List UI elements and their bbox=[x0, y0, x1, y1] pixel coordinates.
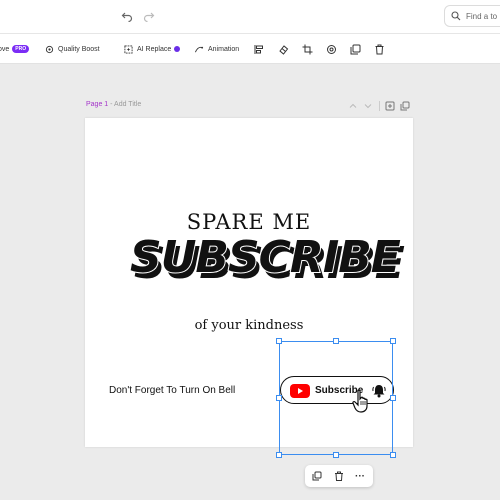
copy-icon bbox=[312, 471, 322, 481]
duplicate-page-icon bbox=[400, 101, 410, 111]
context-more-button[interactable]: ··· bbox=[353, 469, 367, 483]
new-dot-badge bbox=[174, 46, 181, 52]
page-title-label[interactable]: Page 1 - Add Title bbox=[86, 101, 141, 108]
animation-button[interactable]: Animation bbox=[194, 42, 239, 56]
trash-icon bbox=[375, 44, 383, 54]
align-icon bbox=[254, 44, 263, 54]
undo-button[interactable] bbox=[118, 7, 136, 25]
more-options-icon: ··· bbox=[355, 470, 365, 482]
chevron-up-icon bbox=[349, 103, 357, 108]
remove-background-button[interactable]: ove PRO bbox=[0, 42, 30, 56]
remove-background-label: ove bbox=[0, 45, 10, 53]
search-placeholder: Find a to bbox=[466, 11, 498, 21]
redo-button[interactable] bbox=[140, 7, 158, 25]
search-field[interactable]: Find a to bbox=[444, 5, 500, 27]
animation-icon bbox=[194, 46, 204, 52]
align-button[interactable] bbox=[252, 42, 266, 56]
page-move-up-button[interactable] bbox=[347, 100, 359, 112]
add-page-button[interactable] bbox=[384, 100, 396, 112]
undo-icon bbox=[121, 12, 133, 22]
context-duplicate-button[interactable] bbox=[310, 469, 324, 483]
page-number: Page 1 bbox=[86, 101, 109, 108]
element-context-toolbar: ··· bbox=[305, 465, 373, 487]
resize-handle-top-left[interactable] bbox=[276, 338, 282, 344]
chevron-down-icon bbox=[364, 104, 372, 109]
search-icon bbox=[451, 11, 461, 21]
delete-button[interactable] bbox=[372, 42, 386, 56]
duplicate-icon bbox=[350, 44, 360, 54]
resize-handle-bottom-left[interactable] bbox=[276, 452, 282, 458]
resize-handle-bottom[interactable] bbox=[333, 452, 339, 458]
eraser-button[interactable] bbox=[276, 42, 290, 56]
resize-handle-bottom-right[interactable] bbox=[390, 452, 396, 458]
subscribe-graphic[interactable]: SUBSCRIBE SUBSCRIBE bbox=[129, 228, 405, 318]
crop-icon bbox=[302, 44, 312, 54]
ai-replace-icon bbox=[124, 44, 133, 54]
quality-boost-button[interactable]: Quality Boost bbox=[45, 42, 100, 56]
trash-icon bbox=[335, 471, 343, 481]
pro-badge: PRO bbox=[12, 45, 30, 53]
add-page-icon bbox=[385, 101, 395, 111]
page-title-placeholder: Add Title bbox=[114, 101, 142, 108]
eraser-icon bbox=[278, 44, 288, 55]
page-move-down-button[interactable] bbox=[362, 100, 374, 112]
subscribe-big-text: SUBSCRIBE bbox=[129, 231, 402, 284]
transform-icon bbox=[326, 44, 336, 54]
ai-replace-button[interactable]: AI Replace bbox=[124, 42, 181, 56]
tagline-text[interactable]: of your kindness bbox=[85, 318, 413, 333]
resize-handle-left[interactable] bbox=[276, 395, 282, 401]
quality-boost-icon bbox=[45, 45, 54, 53]
resize-handle-right[interactable] bbox=[390, 395, 396, 401]
resize-handle-top-right[interactable] bbox=[390, 338, 396, 344]
ai-replace-label: AI Replace bbox=[137, 45, 172, 53]
page-controls-divider bbox=[379, 101, 380, 111]
edit-toolbar: ove PRO Quality Boost AI Replace Animati… bbox=[0, 34, 500, 64]
redo-icon bbox=[143, 12, 155, 22]
transform-button[interactable] bbox=[324, 42, 338, 56]
top-header: Find a to bbox=[0, 0, 500, 34]
quality-boost-label: Quality Boost bbox=[58, 45, 100, 53]
duplicate-button[interactable] bbox=[348, 42, 362, 56]
context-delete-button[interactable] bbox=[332, 469, 346, 483]
crop-button[interactable] bbox=[300, 42, 314, 56]
bell-reminder-text[interactable]: Don't Forget To Turn On Bell bbox=[109, 385, 235, 396]
selection-box[interactable] bbox=[279, 341, 393, 455]
duplicate-page-button[interactable] bbox=[399, 100, 411, 112]
resize-handle-top[interactable] bbox=[333, 338, 339, 344]
animation-label: Animation bbox=[208, 45, 240, 53]
